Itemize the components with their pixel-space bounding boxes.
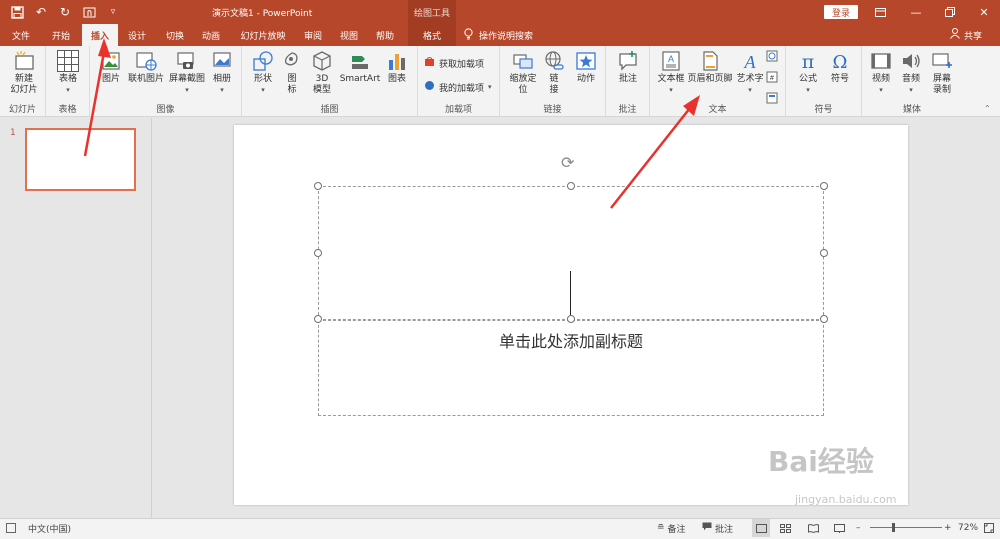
- baidu-watermark-url: jingyan.baidu.com: [795, 493, 897, 506]
- reading-view-icon[interactable]: [808, 519, 819, 537]
- fit-to-window-icon[interactable]: [984, 519, 994, 537]
- comments-label: 批注: [715, 524, 734, 535]
- notes-label: 备注: [667, 524, 686, 535]
- arrow-to-header-footer: [610, 95, 700, 209]
- language-indicator[interactable]: 中文(中国): [28, 519, 71, 537]
- zoom-level[interactable]: 72%: [958, 519, 978, 537]
- powerpoint-window: ↶ ↻ ▿ 演示文稿1 - PowerPoint 绘图工具 登录 — ✕ 文件 …: [0, 0, 1000, 539]
- arrow-to-insert-tab: [83, 38, 111, 157]
- zoom-in-icon[interactable]: +: [944, 519, 952, 537]
- spellcheck-icon[interactable]: [6, 519, 16, 537]
- slideshow-view-icon[interactable]: [834, 519, 845, 537]
- comment-bubble-icon: [702, 522, 712, 534]
- notes-button[interactable]: ≘ 备注: [657, 519, 686, 537]
- notes-icon: ≘: [657, 523, 665, 533]
- zoom-slider-thumb[interactable]: [892, 523, 895, 532]
- zoom-slider[interactable]: [870, 527, 942, 528]
- slide-sorter-icon[interactable]: [780, 519, 791, 537]
- baidu-watermark-logo: Bai经验: [768, 445, 874, 478]
- status-bar: 中文(中国) ≘ 备注 批注 – + 72%: [0, 518, 1000, 539]
- comments-button[interactable]: 批注: [702, 519, 733, 537]
- zoom-out-icon[interactable]: –: [856, 519, 861, 537]
- normal-view-icon[interactable]: [752, 519, 770, 537]
